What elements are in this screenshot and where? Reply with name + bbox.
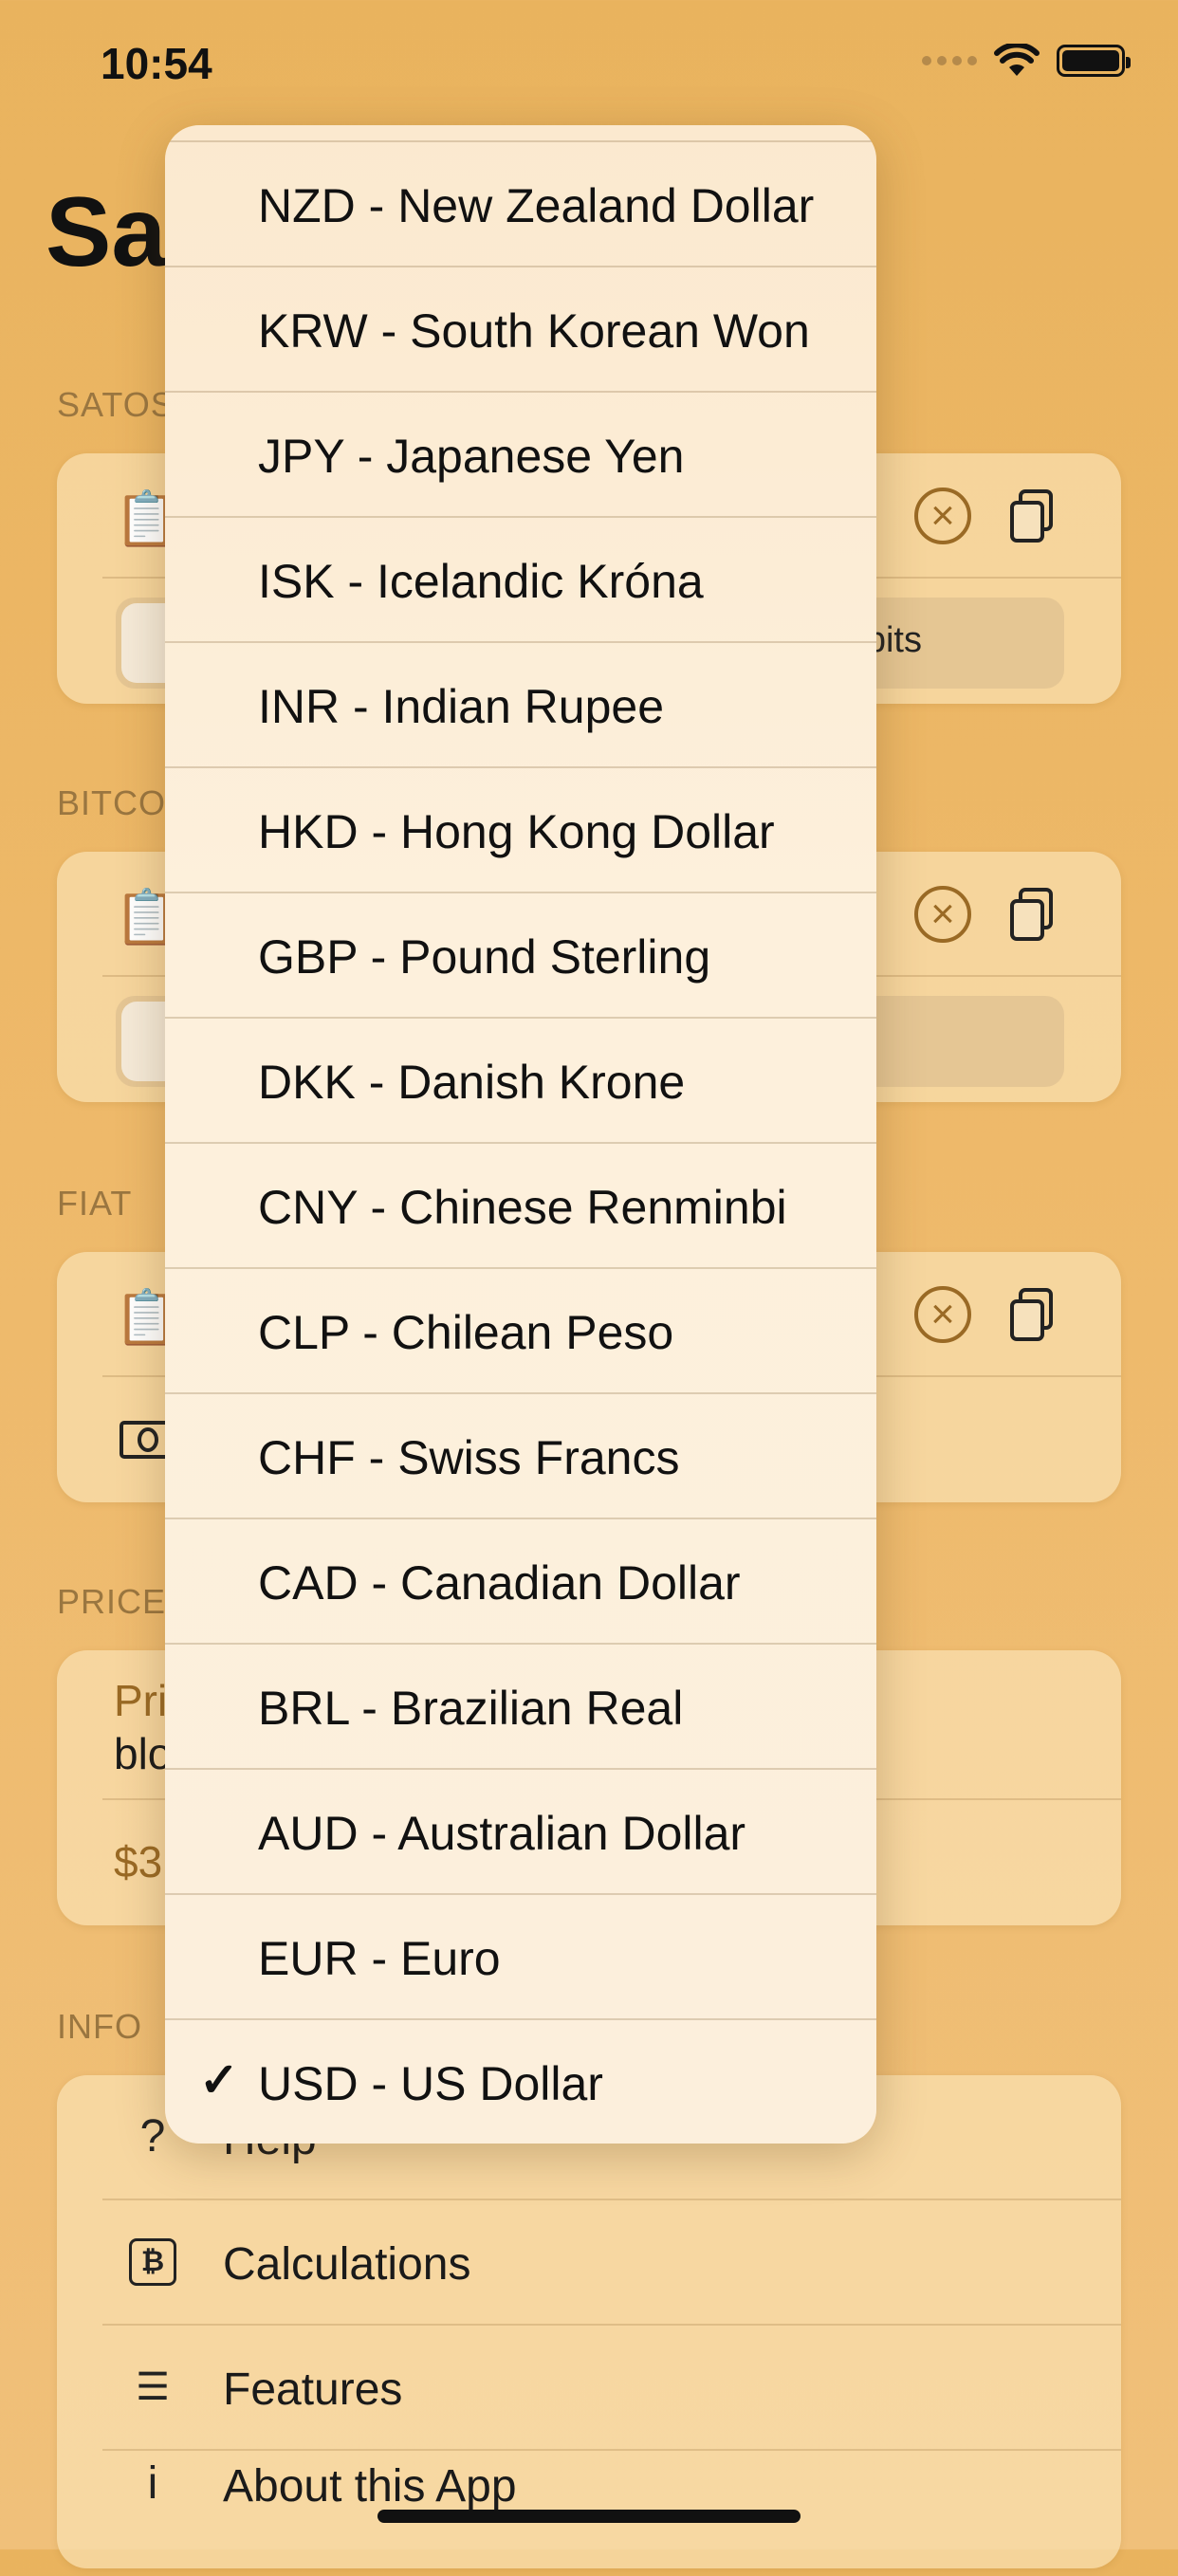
- section-label-price: PRICE: [57, 1582, 167, 1621]
- menu-item-label: JPY - Japanese Yen: [258, 430, 685, 483]
- home-indicator[interactable]: [377, 2510, 801, 2523]
- bitcoin-box-icon: ₿: [129, 2238, 176, 2286]
- list-icon: ☰: [136, 2366, 170, 2408]
- info-card: ? Help ₿ Calculations ☰ Features i About…: [57, 2075, 1121, 2568]
- menu-item-brl[interactable]: BRL - Brazilian Real: [165, 1643, 876, 1768]
- price-value: $3: [114, 1837, 163, 1886]
- menu-item-aud[interactable]: AUD - Australian Dollar: [165, 1768, 876, 1893]
- copy-icon[interactable]: [1009, 888, 1055, 943]
- menu-item-gbp[interactable]: GBP - Pound Sterling: [165, 892, 876, 1017]
- menu-item-label: BRL - Brazilian Real: [258, 1682, 684, 1735]
- battery-icon: [1057, 45, 1131, 77]
- checkmark-icon: ✓: [199, 2053, 239, 2107]
- menu-item-nzd[interactable]: NZD - New Zealand Dollar: [165, 140, 876, 266]
- menu-item-label: INR - Indian Rupee: [258, 680, 665, 733]
- info-icon: i: [147, 2458, 158, 2509]
- price-title: Pri: [114, 1676, 168, 1725]
- info-label: Calculations: [223, 2239, 471, 2290]
- menu-item-krw[interactable]: KRW - South Korean Won: [165, 266, 876, 391]
- menu-item-label: KRW - South Korean Won: [258, 304, 810, 358]
- menu-item-label: EUR - Euro: [258, 1932, 501, 1985]
- menu-item-cny[interactable]: CNY - Chinese Renminbi: [165, 1142, 876, 1267]
- menu-item-eur[interactable]: EUR - Euro: [165, 1893, 876, 2018]
- menu-item-label: GBP - Pound Sterling: [258, 930, 711, 984]
- menu-item-jpy[interactable]: JPY - Japanese Yen: [165, 391, 876, 516]
- section-label-bitcoin: BITCO: [57, 783, 167, 822]
- menu-item-label: ISK - Icelandic Króna: [258, 555, 704, 608]
- info-label: About this App: [223, 2461, 517, 2512]
- menu-item-label: NZD - New Zealand Dollar: [258, 179, 815, 232]
- menu-item-label: CLP - Chilean Peso: [258, 1306, 674, 1359]
- currency-menu: NZD - New Zealand Dollar KRW - South Kor…: [165, 125, 876, 2144]
- section-label-info: INFO: [57, 2007, 142, 2046]
- section-label-fiat: FIAT: [57, 1184, 133, 1223]
- menu-item-hkd[interactable]: HKD - Hong Kong Dollar: [165, 766, 876, 892]
- menu-item-label: HKD - Hong Kong Dollar: [258, 805, 775, 858]
- menu-item-label: AUD - Australian Dollar: [258, 1807, 746, 1860]
- menu-item-label: CNY - Chinese Renminbi: [258, 1181, 787, 1234]
- menu-item-label: CHF - Swiss Francs: [258, 1431, 680, 1484]
- status-time: 10:54: [101, 39, 212, 88]
- copy-icon[interactable]: [1009, 489, 1055, 544]
- menu-item-isk[interactable]: ISK - Icelandic Króna: [165, 516, 876, 641]
- wifi-icon: [994, 44, 1040, 76]
- menu-item-chf[interactable]: CHF - Swiss Francs: [165, 1392, 876, 1518]
- info-row-features[interactable]: ☰ Features: [57, 2326, 1121, 2451]
- info-row-calculations[interactable]: ₿ Calculations: [57, 2200, 1121, 2326]
- page-title: Sa: [46, 177, 167, 287]
- menu-item-cad[interactable]: CAD - Canadian Dollar: [165, 1518, 876, 1643]
- menu-item-usd[interactable]: ✓ USD - US Dollar: [165, 2018, 876, 2144]
- clear-icon[interactable]: ×: [914, 488, 971, 544]
- menu-item-inr[interactable]: INR - Indian Rupee: [165, 641, 876, 766]
- menu-item-clp[interactable]: CLP - Chilean Peso: [165, 1267, 876, 1392]
- section-label-satoshis: SATOS: [57, 385, 175, 424]
- info-label: Features: [223, 2364, 403, 2415]
- menu-item-label: USD - US Dollar: [258, 2057, 603, 2110]
- menu-item-dkk[interactable]: DKK - Danish Krone: [165, 1017, 876, 1142]
- clear-icon[interactable]: ×: [914, 1286, 971, 1343]
- price-source: blo: [114, 1729, 173, 1778]
- menu-item-label: CAD - Canadian Dollar: [258, 1556, 741, 1610]
- menu-item-label: DKK - Danish Krone: [258, 1056, 686, 1109]
- copy-icon[interactable]: [1009, 1288, 1055, 1343]
- clear-icon[interactable]: ×: [914, 886, 971, 943]
- status-indicators: [922, 44, 1131, 78]
- cellular-signal-icon: [922, 56, 977, 65]
